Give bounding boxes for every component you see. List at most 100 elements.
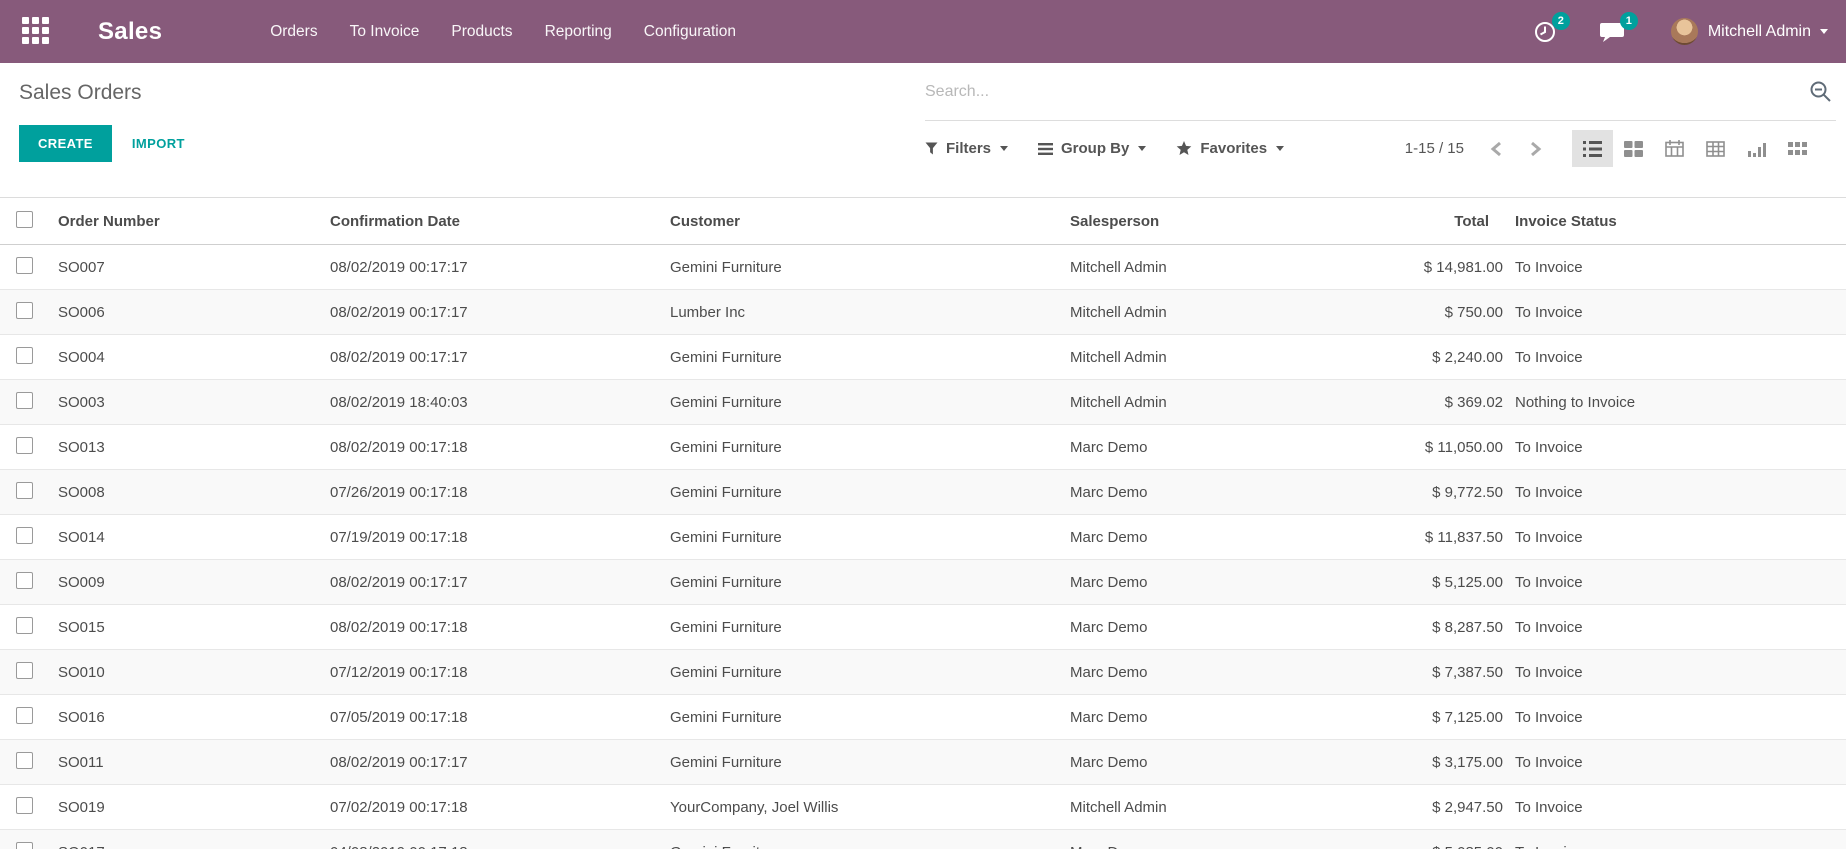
app-menu-item[interactable]: Configuration bbox=[628, 0, 752, 63]
table-row[interactable]: SO009 08/02/2019 00:17:17 Gemini Furnitu… bbox=[0, 560, 1846, 605]
table-row[interactable]: SO019 07/02/2019 00:17:18 YourCompany, J… bbox=[0, 785, 1846, 830]
cell-customer: Gemini Furniture bbox=[660, 695, 1060, 740]
group-by-menu-button[interactable]: Group By bbox=[1038, 140, 1146, 157]
row-checkbox[interactable] bbox=[16, 797, 33, 814]
table-row[interactable]: SO004 08/02/2019 00:17:17 Gemini Furnitu… bbox=[0, 335, 1846, 380]
sales-orders-table: Order Number Confirmation Date Customer … bbox=[0, 197, 1846, 849]
column-header-total[interactable]: Total bbox=[1350, 198, 1505, 245]
column-header-invoice-status[interactable]: Invoice Status bbox=[1505, 198, 1846, 245]
cell-confirmation-date: 07/26/2019 00:17:18 bbox=[320, 470, 660, 515]
view-kanban-icon[interactable] bbox=[1613, 130, 1654, 167]
cell-confirmation-date: 08/02/2019 18:40:03 bbox=[320, 380, 660, 425]
chevron-down-icon bbox=[1138, 146, 1146, 151]
cell-salesperson: Marc Demo bbox=[1060, 740, 1350, 785]
row-checkbox[interactable] bbox=[16, 527, 33, 544]
row-checkbox[interactable] bbox=[16, 842, 33, 849]
cell-order-number: SO010 bbox=[48, 650, 320, 695]
row-checkbox[interactable] bbox=[16, 392, 33, 409]
table-row[interactable]: SO006 08/02/2019 00:17:17 Lumber Inc Mit… bbox=[0, 290, 1846, 335]
group-by-label: Group By bbox=[1061, 140, 1129, 157]
cell-invoice-status: To Invoice bbox=[1505, 560, 1846, 605]
row-checkbox[interactable] bbox=[16, 347, 33, 364]
pager-next-icon[interactable] bbox=[1529, 141, 1542, 157]
page-title: Sales Orders bbox=[19, 77, 925, 109]
cell-confirmation-date: 08/02/2019 00:17:17 bbox=[320, 245, 660, 290]
table-row[interactable]: SO010 07/12/2019 00:17:18 Gemini Furnitu… bbox=[0, 650, 1846, 695]
row-checkbox[interactable] bbox=[16, 752, 33, 769]
filters-menu-button[interactable]: Filters bbox=[925, 140, 1008, 157]
cell-invoice-status: To Invoice bbox=[1505, 695, 1846, 740]
view-switcher bbox=[1572, 130, 1818, 167]
cell-total: $ 11,050.00 bbox=[1350, 425, 1505, 470]
table-row[interactable]: SO014 07/19/2019 00:17:18 Gemini Furnitu… bbox=[0, 515, 1846, 560]
table-row[interactable]: SO016 07/05/2019 00:17:18 Gemini Furnitu… bbox=[0, 695, 1846, 740]
row-checkbox[interactable] bbox=[16, 482, 33, 499]
cell-confirmation-date: 04/08/2019 00:17:18 bbox=[320, 830, 660, 849]
cell-total: $ 750.00 bbox=[1350, 290, 1505, 335]
table-row[interactable]: SO015 08/02/2019 00:17:18 Gemini Furnitu… bbox=[0, 605, 1846, 650]
search-input[interactable] bbox=[925, 83, 1805, 101]
row-checkbox[interactable] bbox=[16, 707, 33, 724]
select-all-checkbox[interactable] bbox=[16, 211, 33, 228]
column-header-confirmation-date[interactable]: Confirmation Date bbox=[320, 198, 660, 245]
cell-salesperson: Mitchell Admin bbox=[1060, 290, 1350, 335]
app-menu-item[interactable]: Orders bbox=[254, 0, 333, 63]
view-pivot-icon[interactable] bbox=[1695, 130, 1736, 167]
chevron-down-icon bbox=[1276, 146, 1284, 151]
favorites-menu-button[interactable]: Favorites bbox=[1176, 140, 1284, 157]
cell-customer: Gemini Furniture bbox=[660, 515, 1060, 560]
cell-salesperson: Marc Demo bbox=[1060, 605, 1350, 650]
cell-order-number: SO007 bbox=[48, 245, 320, 290]
messages-menu-button[interactable]: 1 bbox=[1599, 20, 1625, 44]
app-menu-item[interactable]: Reporting bbox=[529, 0, 628, 63]
cell-invoice-status: To Invoice bbox=[1505, 740, 1846, 785]
pager-prev-icon[interactable] bbox=[1490, 141, 1503, 157]
column-header-order-number[interactable]: Order Number bbox=[48, 198, 320, 245]
favorites-star-icon bbox=[1176, 141, 1192, 156]
row-checkbox[interactable] bbox=[16, 437, 33, 454]
app-menu-item[interactable]: Products bbox=[435, 0, 528, 63]
column-header-salesperson[interactable]: Salesperson bbox=[1060, 198, 1350, 245]
table-row[interactable]: SO003 08/02/2019 18:40:03 Gemini Furnitu… bbox=[0, 380, 1846, 425]
cell-total: $ 7,125.00 bbox=[1350, 695, 1505, 740]
top-navbar: Sales OrdersTo InvoiceProductsReportingC… bbox=[0, 0, 1846, 63]
row-checkbox[interactable] bbox=[16, 257, 33, 274]
app-menu-item[interactable]: To Invoice bbox=[334, 0, 436, 63]
table-row[interactable]: SO017 04/08/2019 00:17:18 Gemini Furnitu… bbox=[0, 830, 1846, 849]
view-graph-icon[interactable] bbox=[1736, 130, 1777, 167]
row-checkbox[interactable] bbox=[16, 662, 33, 679]
cell-order-number: SO013 bbox=[48, 425, 320, 470]
cell-customer: Gemini Furniture bbox=[660, 245, 1060, 290]
cell-salesperson: Mitchell Admin bbox=[1060, 380, 1350, 425]
view-list-icon[interactable] bbox=[1572, 130, 1613, 167]
column-header-customer[interactable]: Customer bbox=[660, 198, 1060, 245]
cell-invoice-status: To Invoice bbox=[1505, 515, 1846, 560]
view-activity-icon[interactable] bbox=[1777, 130, 1818, 167]
table-row[interactable]: SO008 07/26/2019 00:17:18 Gemini Furnitu… bbox=[0, 470, 1846, 515]
activity-menu-button[interactable]: 2 bbox=[1533, 20, 1557, 44]
cell-salesperson: Marc Demo bbox=[1060, 560, 1350, 605]
import-button[interactable]: IMPORT bbox=[132, 136, 185, 151]
table-row[interactable]: SO013 08/02/2019 00:17:18 Gemini Furnitu… bbox=[0, 425, 1846, 470]
cell-customer: Gemini Furniture bbox=[660, 335, 1060, 380]
cell-customer: Gemini Furniture bbox=[660, 470, 1060, 515]
apps-grid-icon[interactable] bbox=[22, 17, 52, 47]
table-row[interactable]: SO007 08/02/2019 00:17:17 Gemini Furnitu… bbox=[0, 245, 1846, 290]
cell-customer: Gemini Furniture bbox=[660, 605, 1060, 650]
app-name[interactable]: Sales bbox=[98, 18, 162, 46]
row-checkbox[interactable] bbox=[16, 572, 33, 589]
filter-funnel-icon bbox=[925, 142, 938, 155]
cell-salesperson: Marc Demo bbox=[1060, 650, 1350, 695]
create-button[interactable]: CREATE bbox=[19, 125, 112, 162]
row-checkbox[interactable] bbox=[16, 302, 33, 319]
search-icon[interactable] bbox=[1805, 80, 1836, 103]
table-row[interactable]: SO011 08/02/2019 00:17:17 Gemini Furnitu… bbox=[0, 740, 1846, 785]
view-calendar-icon[interactable] bbox=[1654, 130, 1695, 167]
table-header-row: Order Number Confirmation Date Customer … bbox=[0, 198, 1846, 245]
cell-salesperson: Marc Demo bbox=[1060, 695, 1350, 740]
cell-order-number: SO004 bbox=[48, 335, 320, 380]
user-menu-button[interactable]: Mitchell Admin bbox=[1671, 18, 1828, 45]
cell-invoice-status: To Invoice bbox=[1505, 470, 1846, 515]
cell-invoice-status: To Invoice bbox=[1505, 785, 1846, 830]
row-checkbox[interactable] bbox=[16, 617, 33, 634]
